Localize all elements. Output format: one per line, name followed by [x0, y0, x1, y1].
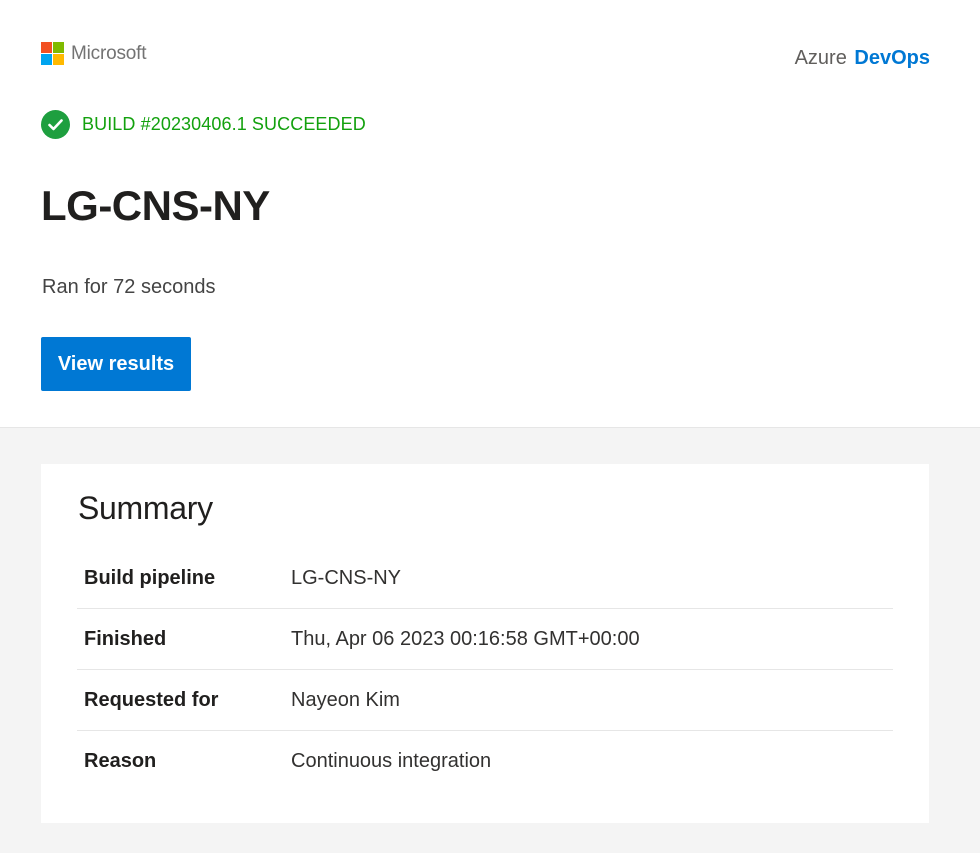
microsoft-logo: Microsoft — [41, 42, 146, 65]
microsoft-logo-text: Microsoft — [71, 42, 147, 64]
summary-section: Summary Build pipeline LG-CNS-NY Finishe… — [0, 428, 980, 853]
build-status-text: BUILD #20230406.1 SUCCEEDED — [82, 114, 366, 134]
build-status: BUILD #20230406.1 SUCCEEDED — [41, 110, 366, 139]
summary-row-requested-for: Requested for Nayeon Kim — [77, 670, 893, 731]
summary-row-finished: Finished Thu, Apr 06 2023 00:16:58 GMT+0… — [77, 609, 893, 670]
summary-card: Summary Build pipeline LG-CNS-NY Finishe… — [41, 464, 929, 823]
view-results-button[interactable]: View results — [41, 337, 191, 391]
checkmark-circle-icon — [41, 110, 70, 139]
page-title: LG-CNS-NY — [41, 182, 270, 229]
brand-prefix: Azure — [794, 47, 847, 69]
summary-row-label: Build pipeline — [84, 566, 216, 589]
summary-row-value: Continuous integration — [291, 749, 492, 772]
summary-row-label: Reason — [84, 749, 157, 772]
email-header: Microsoft Azure DevOps BUILD #20230406.1… — [0, 0, 980, 428]
azure-devops-brand: Azure DevOps — [795, 47, 930, 70]
summary-row-build-pipeline: Build pipeline LG-CNS-NY — [77, 548, 893, 609]
summary-row-value: LG-CNS-NY — [291, 566, 402, 589]
summary-table: Build pipeline LG-CNS-NY Finished Thu, A… — [77, 548, 893, 791]
summary-row-value: Nayeon Kim — [291, 688, 400, 711]
summary-row-label: Requested for — [84, 688, 219, 711]
summary-row-value: Thu, Apr 06 2023 00:16:58 GMT+00:00 — [291, 627, 640, 650]
build-duration: Ran for 72 seconds — [42, 276, 216, 298]
summary-title: Summary — [78, 490, 213, 526]
summary-row-label: Finished — [84, 627, 167, 650]
summary-row-reason: Reason Continuous integration — [77, 731, 893, 791]
brand-name: DevOps — [854, 47, 930, 69]
microsoft-logo-icon — [41, 42, 64, 65]
